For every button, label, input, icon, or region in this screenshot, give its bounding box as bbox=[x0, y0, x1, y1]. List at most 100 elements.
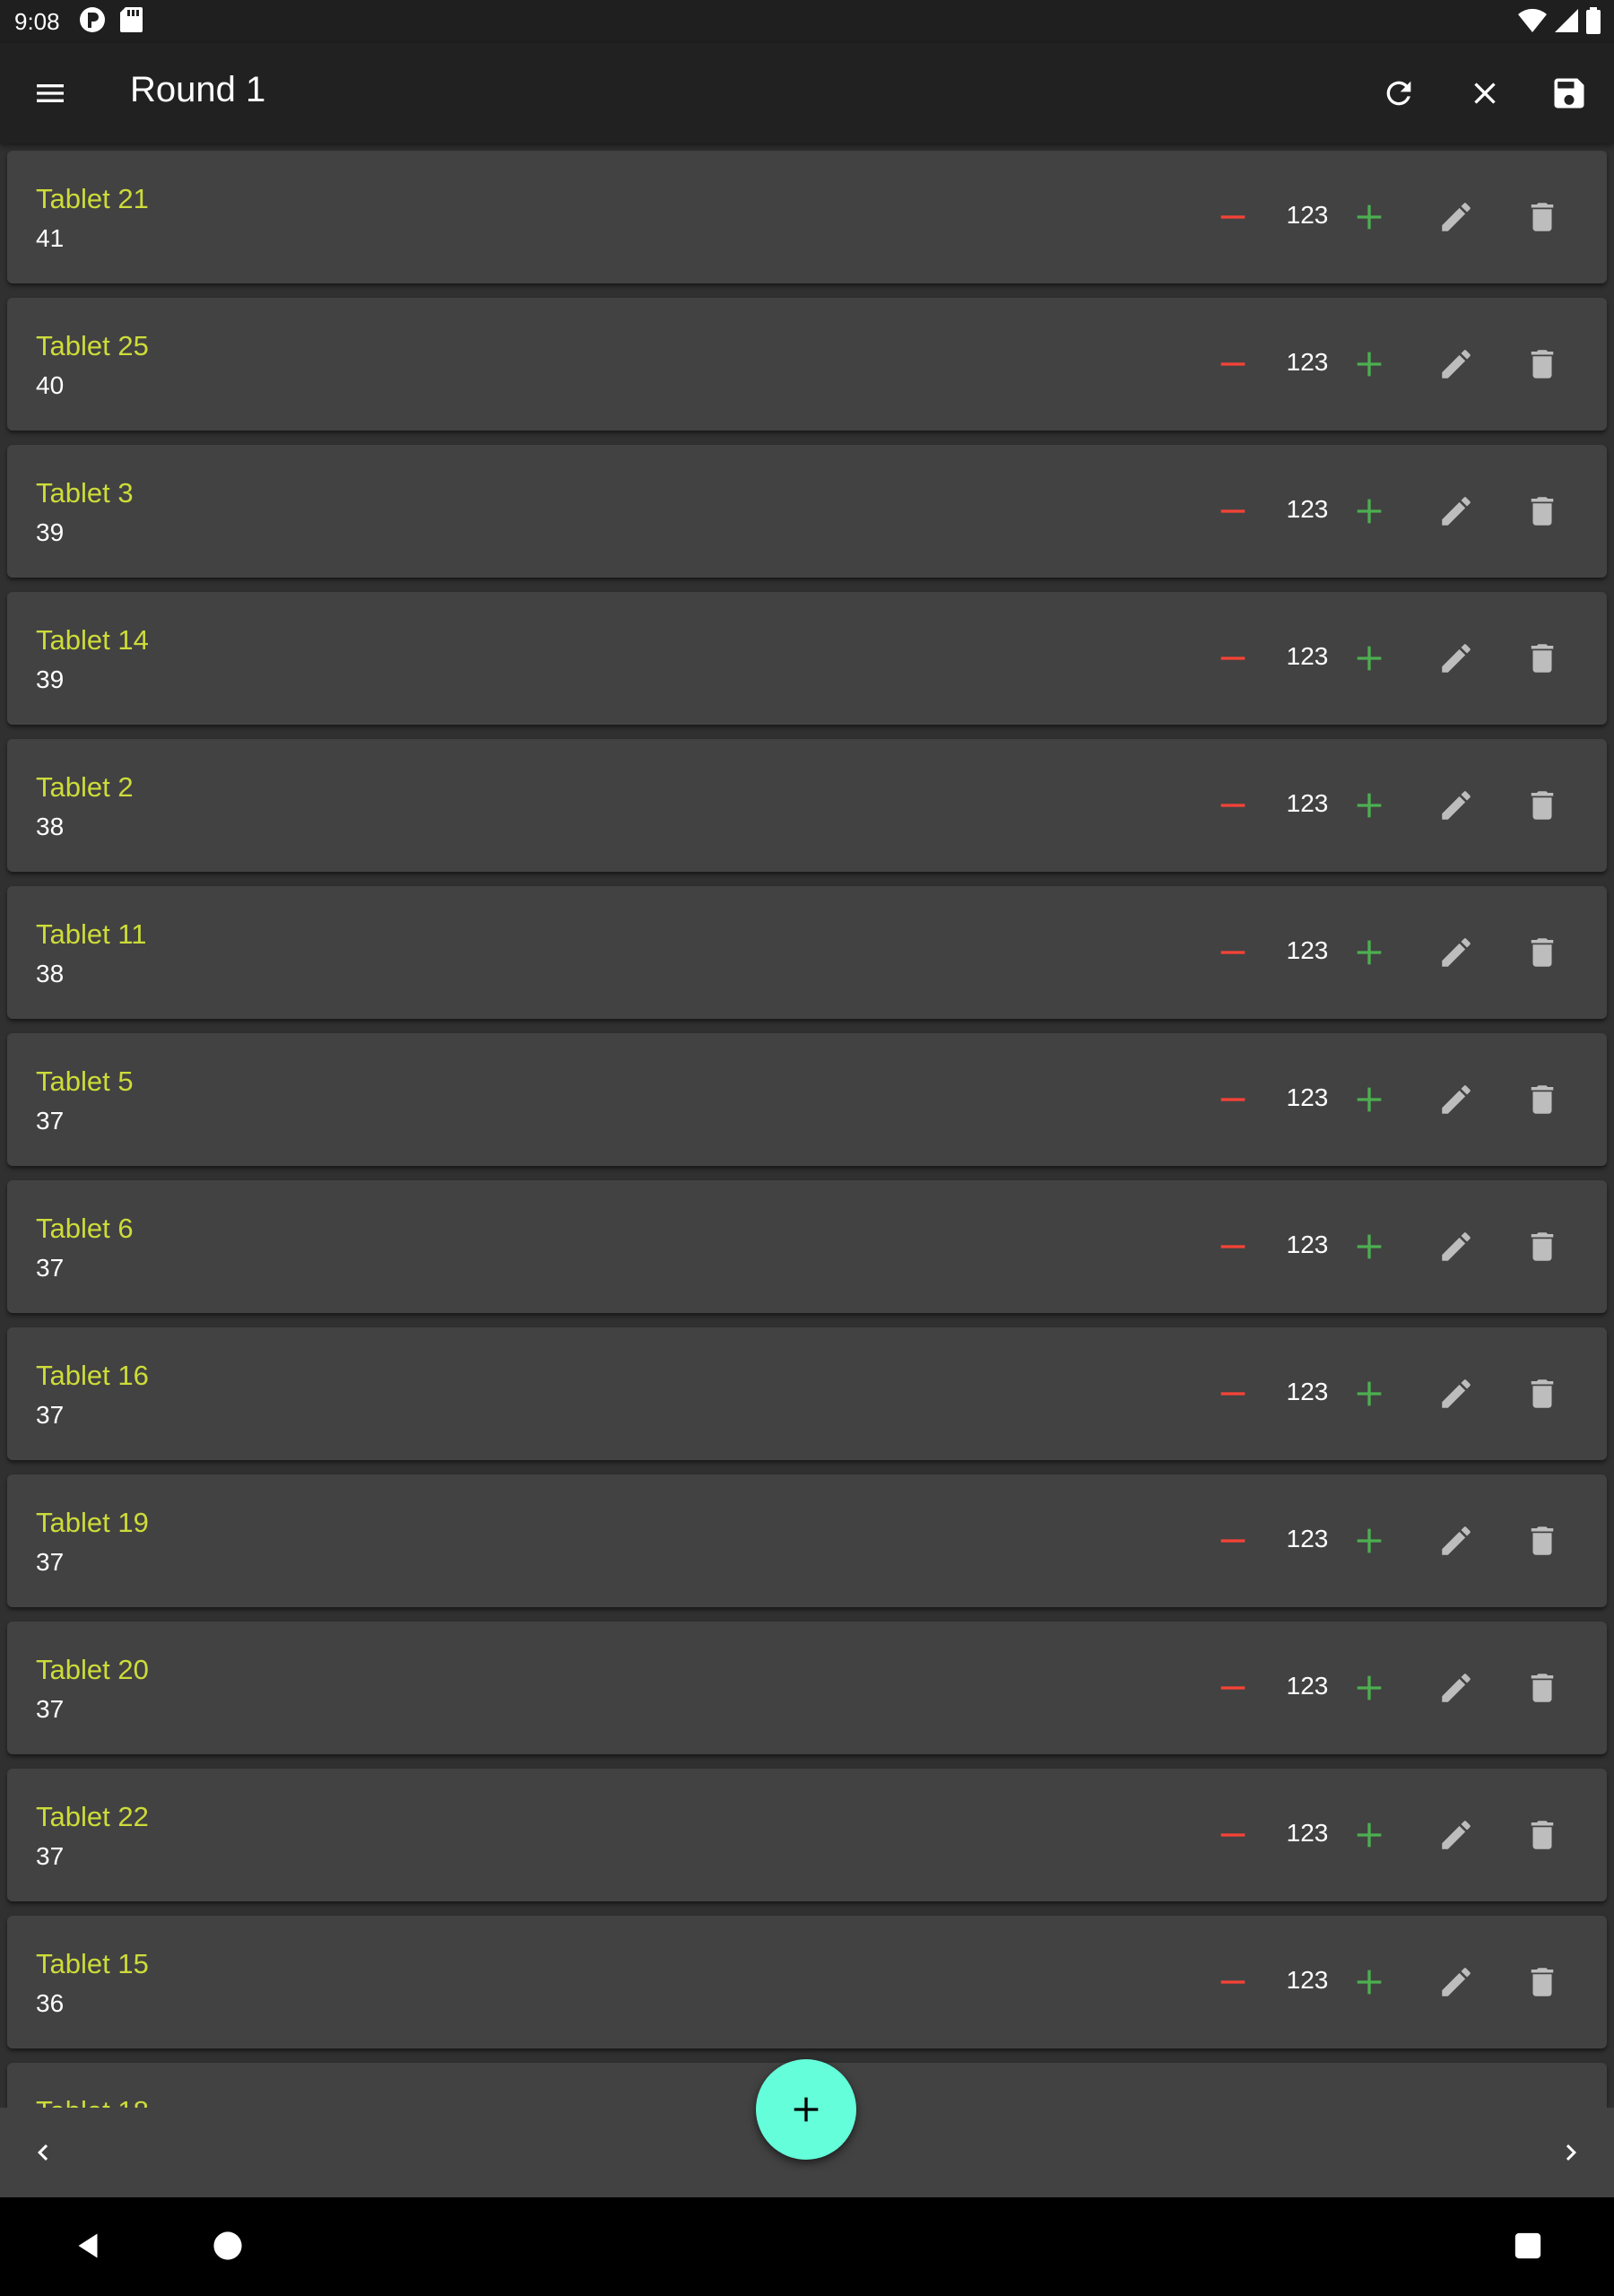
increment-button[interactable] bbox=[1341, 1953, 1398, 2011]
player-card: Tablet 2 38 123 bbox=[7, 739, 1607, 872]
edit-button[interactable] bbox=[1427, 630, 1485, 687]
increment-value[interactable]: 123 bbox=[1271, 936, 1343, 965]
trash-icon bbox=[1531, 1232, 1554, 1261]
delete-button[interactable] bbox=[1514, 1512, 1571, 1570]
next-round-button[interactable] bbox=[1542, 2124, 1600, 2181]
decrement-button[interactable] bbox=[1204, 630, 1262, 687]
close-button[interactable] bbox=[1456, 65, 1514, 122]
system-back-button[interactable] bbox=[59, 2217, 117, 2274]
increment-value[interactable]: 123 bbox=[1271, 495, 1343, 524]
player-name: Tablet 15 bbox=[36, 1948, 149, 1979]
signal-icon bbox=[1553, 7, 1580, 39]
player-list[interactable]: Tablet 21 41 123 Tablet 25 40 123 Tablet… bbox=[0, 144, 1614, 2108]
system-recents-button[interactable] bbox=[1499, 2217, 1557, 2274]
decrement-button[interactable] bbox=[1204, 335, 1262, 393]
plus-icon bbox=[1357, 793, 1382, 818]
delete-button[interactable] bbox=[1514, 777, 1571, 834]
increment-button[interactable] bbox=[1341, 483, 1398, 540]
pencil-icon bbox=[1442, 938, 1471, 967]
app-bar: Round 1 bbox=[0, 43, 1614, 144]
increment-value[interactable]: 123 bbox=[1271, 1672, 1343, 1700]
edit-button[interactable] bbox=[1427, 1659, 1485, 1717]
increment-button[interactable] bbox=[1341, 335, 1398, 393]
pencil-icon bbox=[1442, 1968, 1471, 1996]
increment-value[interactable]: 123 bbox=[1271, 348, 1343, 377]
decrement-button[interactable] bbox=[1204, 188, 1262, 246]
decrement-button[interactable] bbox=[1204, 1806, 1262, 1864]
delete-button[interactable] bbox=[1514, 1071, 1571, 1128]
increment-value[interactable]: 123 bbox=[1271, 789, 1343, 818]
increment-value[interactable]: 123 bbox=[1271, 1966, 1343, 1995]
increment-value[interactable]: 123 bbox=[1271, 201, 1343, 230]
save-button[interactable] bbox=[1540, 65, 1598, 122]
system-nav-bar bbox=[0, 2197, 1614, 2296]
edit-button[interactable] bbox=[1427, 1218, 1485, 1275]
wifi-icon bbox=[1517, 7, 1548, 39]
minus-icon bbox=[1220, 1098, 1245, 1101]
edit-button[interactable] bbox=[1427, 1806, 1485, 1864]
delete-button[interactable] bbox=[1514, 924, 1571, 981]
edit-button[interactable] bbox=[1427, 188, 1485, 246]
edit-button[interactable] bbox=[1427, 483, 1485, 540]
edit-button[interactable] bbox=[1427, 1071, 1485, 1128]
battery-icon bbox=[1585, 7, 1601, 39]
delete-button[interactable] bbox=[1514, 1659, 1571, 1717]
decrement-button[interactable] bbox=[1204, 1953, 1262, 2011]
decrement-button[interactable] bbox=[1204, 1512, 1262, 1570]
delete-button[interactable] bbox=[1514, 630, 1571, 687]
minus-icon bbox=[1220, 1833, 1245, 1837]
increment-button[interactable] bbox=[1341, 1218, 1398, 1275]
save-icon bbox=[1554, 78, 1584, 109]
minus-icon bbox=[1220, 1245, 1245, 1248]
increment-button[interactable] bbox=[1341, 1365, 1398, 1422]
increment-button[interactable] bbox=[1341, 630, 1398, 687]
menu-button[interactable] bbox=[22, 65, 79, 122]
decrement-button[interactable] bbox=[1204, 1659, 1262, 1717]
increment-value[interactable]: 123 bbox=[1271, 1231, 1343, 1259]
delete-button[interactable] bbox=[1514, 1365, 1571, 1422]
increment-button[interactable] bbox=[1341, 1071, 1398, 1128]
player-score: 36 bbox=[36, 1989, 65, 2017]
add-player-button[interactable] bbox=[756, 2059, 856, 2160]
decrement-button[interactable] bbox=[1204, 777, 1262, 834]
increment-button[interactable] bbox=[1341, 924, 1398, 981]
increment-button[interactable] bbox=[1341, 1806, 1398, 1864]
increment-value[interactable]: 123 bbox=[1271, 642, 1343, 671]
edit-button[interactable] bbox=[1427, 777, 1485, 834]
increment-button[interactable] bbox=[1341, 777, 1398, 834]
delete-button[interactable] bbox=[1514, 483, 1571, 540]
decrement-button[interactable] bbox=[1204, 483, 1262, 540]
decrement-button[interactable] bbox=[1204, 924, 1262, 981]
edit-button[interactable] bbox=[1427, 924, 1485, 981]
player-card: Tablet 20 37 123 bbox=[7, 1622, 1607, 1754]
delete-button[interactable] bbox=[1514, 188, 1571, 246]
decrement-button[interactable] bbox=[1204, 1365, 1262, 1422]
edit-button[interactable] bbox=[1427, 1365, 1485, 1422]
increment-value[interactable]: 123 bbox=[1271, 1819, 1343, 1848]
player-card: Tablet 14 39 123 bbox=[7, 592, 1607, 725]
edit-button[interactable] bbox=[1427, 1953, 1485, 2011]
delete-button[interactable] bbox=[1514, 1806, 1571, 1864]
player-card: Tablet 25 40 123 bbox=[7, 298, 1607, 430]
edit-button[interactable] bbox=[1427, 1512, 1485, 1570]
delete-button[interactable] bbox=[1514, 1953, 1571, 2011]
player-score: 37 bbox=[36, 1401, 65, 1429]
player-name: Tablet 18 bbox=[36, 2095, 149, 2108]
increment-button[interactable] bbox=[1341, 1659, 1398, 1717]
recents-icon bbox=[1514, 2232, 1541, 2259]
increment-button[interactable] bbox=[1341, 1512, 1398, 1570]
edit-button[interactable] bbox=[1427, 335, 1485, 393]
increment-button[interactable] bbox=[1341, 188, 1398, 246]
increment-value[interactable]: 123 bbox=[1271, 1525, 1343, 1553]
delete-button[interactable] bbox=[1514, 335, 1571, 393]
increment-value[interactable]: 123 bbox=[1271, 1378, 1343, 1406]
trash-icon bbox=[1531, 497, 1554, 526]
delete-button[interactable] bbox=[1514, 1218, 1571, 1275]
previous-round-button[interactable] bbox=[14, 2124, 72, 2181]
increment-value[interactable]: 123 bbox=[1271, 1083, 1343, 1112]
decrement-button[interactable] bbox=[1204, 1218, 1262, 1275]
system-home-button[interactable] bbox=[199, 2217, 256, 2274]
decrement-button[interactable] bbox=[1204, 1071, 1262, 1128]
minus-icon bbox=[1220, 1686, 1245, 1690]
refresh-button[interactable] bbox=[1370, 65, 1427, 122]
